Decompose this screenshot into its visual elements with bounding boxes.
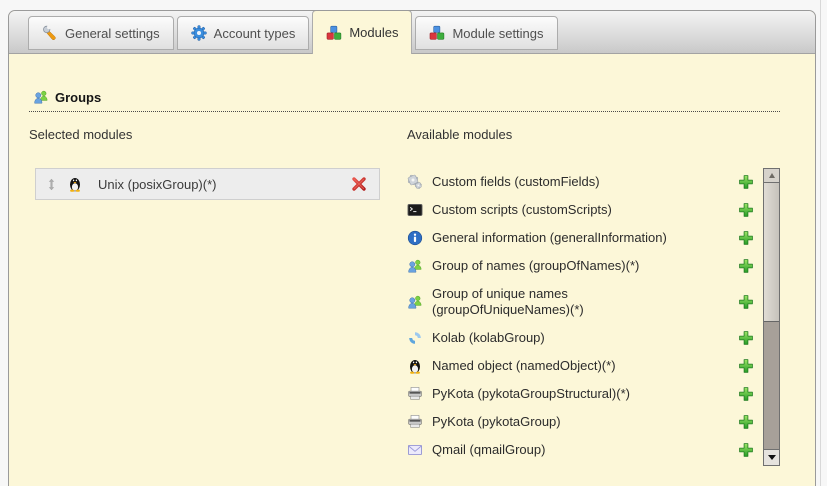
- available-module-qmail-qmailgroup: Qmail (qmailGroup): [407, 436, 754, 464]
- module-label: Custom scripts (customScripts): [432, 202, 612, 218]
- module-icon: [407, 294, 423, 310]
- module-icon: [407, 414, 423, 430]
- add-icon: [738, 386, 754, 402]
- module-label: PyKota (pykotaGroup): [432, 414, 561, 430]
- available-module-custom-fields-customfields: Custom fields (customFields): [407, 168, 754, 196]
- add-icon: [738, 174, 754, 190]
- available-module-kolab-kolabgroup: Kolab (kolabGroup): [407, 324, 754, 352]
- available-module-custom-scripts-customscripts: Custom scripts (customScripts): [407, 196, 754, 224]
- tab-bar: General settings Account types Modules M…: [9, 11, 815, 54]
- add-icon: [738, 358, 754, 374]
- scroll-up-button[interactable]: [764, 169, 779, 183]
- delete-icon: [351, 176, 367, 192]
- tab-icon: [42, 25, 58, 41]
- remove-module-button[interactable]: [351, 176, 367, 192]
- tab-icon: [191, 25, 207, 41]
- add-module-button[interactable]: [738, 330, 754, 346]
- drag-handle-icon[interactable]: [45, 178, 58, 191]
- available-modules-heading: Available modules: [407, 127, 780, 142]
- module-label: Named object (namedObject)(*): [432, 358, 616, 374]
- add-module-button[interactable]: [738, 442, 754, 458]
- add-module-button[interactable]: [738, 230, 754, 246]
- scroll-thumb[interactable]: [764, 183, 779, 322]
- module-icon: [407, 442, 423, 458]
- module-icon: [407, 386, 423, 402]
- tab-label: Module settings: [452, 26, 543, 41]
- scroll-track[interactable]: [764, 322, 779, 449]
- selected-module-unix-posixgroup[interactable]: Unix (posixGroup)(*): [35, 168, 380, 200]
- available-modules-list: Custom fields (customFields) Custom scri…: [407, 168, 754, 466]
- module-columns: Selected modules Unix (posixGroup)(*) Av…: [29, 127, 780, 466]
- add-module-button[interactable]: [738, 258, 754, 274]
- module-icon: [407, 230, 423, 246]
- tab-modules[interactable]: Modules: [312, 10, 412, 54]
- selected-modules-list: Unix (posixGroup)(*): [35, 168, 407, 200]
- scroll-down-button[interactable]: [764, 449, 779, 465]
- available-modules-wrap: Custom fields (customFields) Custom scri…: [407, 168, 780, 466]
- groups-icon: [33, 89, 49, 105]
- tab-account-types[interactable]: Account types: [177, 16, 310, 50]
- add-icon: [738, 294, 754, 310]
- tab-label: Modules: [349, 25, 398, 40]
- add-icon: [738, 258, 754, 274]
- module-label: Group of unique names (groupOfUniqueName…: [432, 286, 688, 318]
- module-label: Custom fields (customFields): [432, 174, 600, 190]
- add-module-button[interactable]: [738, 358, 754, 374]
- module-label: PyKota (pykotaGroupStructural)(*): [432, 386, 630, 402]
- add-icon: [738, 442, 754, 458]
- add-icon: [738, 230, 754, 246]
- section-title: Groups: [55, 90, 101, 105]
- available-module-pykota-pykotagroup: PyKota (pykotaGroup): [407, 408, 754, 436]
- module-icon: [407, 330, 423, 346]
- add-icon: [738, 414, 754, 430]
- add-icon: [738, 330, 754, 346]
- tab-general-settings[interactable]: General settings: [28, 16, 174, 50]
- add-module-button[interactable]: [738, 294, 754, 310]
- module-icon: [407, 258, 423, 274]
- tab-icon: [429, 25, 445, 41]
- module-label: Unix (posixGroup)(*): [98, 177, 351, 192]
- module-label: Group of names (groupOfNames)(*): [432, 258, 639, 274]
- module-icon: [407, 202, 423, 218]
- tab-icon: [326, 25, 342, 41]
- tab-module-settings[interactable]: Module settings: [415, 16, 557, 50]
- module-label: Kolab (kolabGroup): [432, 330, 545, 346]
- window-edge: [820, 0, 821, 486]
- add-icon: [738, 202, 754, 218]
- available-module-group-of-unique-names-groupofuniquenames: Group of unique names (groupOfUniqueName…: [407, 280, 754, 324]
- section-heading: Groups: [29, 89, 780, 112]
- module-label: Qmail (qmailGroup): [432, 442, 545, 458]
- available-module-pykota-pykotagroupstructural: PyKota (pykotaGroupStructural)(*): [407, 380, 754, 408]
- module-label: General information (generalInformation): [432, 230, 667, 246]
- selected-modules-heading: Selected modules: [29, 127, 407, 142]
- module-icon: [407, 358, 423, 374]
- arrow-up-icon: [769, 173, 775, 178]
- add-module-button[interactable]: [738, 386, 754, 402]
- tab-label: General settings: [65, 26, 160, 41]
- available-module-named-object-namedobject: Named object (namedObject)(*): [407, 352, 754, 380]
- scrollbar[interactable]: [763, 168, 780, 466]
- add-module-button[interactable]: [738, 174, 754, 190]
- available-module-group-of-names-groupofnames: Group of names (groupOfNames)(*): [407, 252, 754, 280]
- selected-modules-column: Selected modules Unix (posixGroup)(*): [29, 127, 407, 466]
- modules-tab-content: Groups Selected modules Unix (posixGroup…: [9, 54, 815, 466]
- add-module-button[interactable]: [738, 414, 754, 430]
- module-icon: [407, 174, 423, 190]
- tab-label: Account types: [214, 26, 296, 41]
- module-icon: [67, 176, 83, 192]
- config-page: General settings Account types Modules M…: [0, 0, 827, 486]
- arrow-down-icon: [768, 455, 776, 460]
- available-module-general-information-generalinformation: General information (generalInformation): [407, 224, 754, 252]
- settings-panel: General settings Account types Modules M…: [8, 10, 816, 486]
- available-modules-column: Available modules Custom fields (customF…: [407, 127, 780, 466]
- add-module-button[interactable]: [738, 202, 754, 218]
